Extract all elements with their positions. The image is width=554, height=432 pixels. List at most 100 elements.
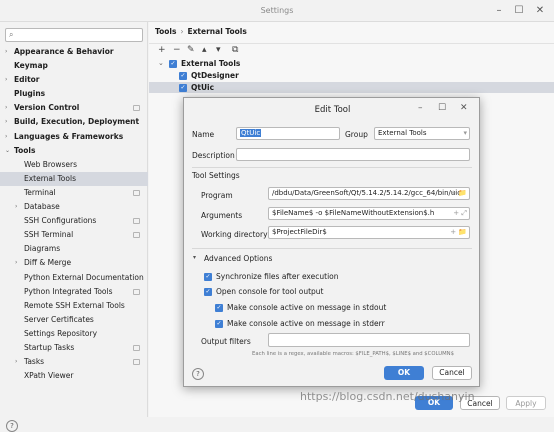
sidebar-item-label: Database [24, 202, 60, 212]
project-icon [133, 359, 140, 366]
sidebar-item-plugins[interactable]: Plugins [0, 87, 148, 101]
chevron-right-icon[interactable]: › [5, 115, 7, 129]
expand-icon[interactable]: ⌄ [158, 58, 164, 70]
chevron-right-icon[interactable]: › [15, 200, 17, 214]
sidebar-item-label: Python Integrated Tools [24, 286, 113, 296]
dialog-help-icon[interactable]: ? [192, 368, 204, 380]
browse-folder-icon[interactable]: + 📁 [450, 227, 467, 238]
sidebar-item-remote-ssh-external-tools[interactable]: Remote SSH External Tools [0, 299, 148, 313]
search-input[interactable]: ⌕ [5, 28, 143, 42]
sidebar-item-version-control[interactable]: › Version Control [0, 101, 148, 115]
tree-row-qtuic[interactable]: ✓ QtUic [149, 81, 554, 94]
sidebar-item-python-external-documentation[interactable]: Python External Documentation [0, 271, 148, 285]
name-value: QtUic [240, 129, 262, 137]
dialog-close-icon[interactable]: ✕ [460, 103, 468, 113]
sidebar-item-editor[interactable]: › Editor [0, 73, 148, 87]
breadcrumb-tools[interactable]: Tools [155, 27, 176, 36]
breadcrumb: Tools › External Tools [155, 27, 247, 36]
checkbox-icon[interactable]: ✓ [169, 60, 177, 68]
settings-apply-button[interactable]: Apply [506, 396, 546, 410]
expand-field-icon[interactable]: + ⤢ [453, 208, 467, 219]
sidebar-item-external-tools[interactable]: External Tools [0, 171, 148, 186]
watermark: https://blog.csdn.net/dushanyin [300, 390, 475, 403]
sidebar-item-label: SSH Terminal [24, 230, 74, 240]
copy-icon[interactable]: ⧉ [232, 45, 238, 55]
sidebar-item-label: Python External Documentation [24, 272, 144, 282]
sync-files-label[interactable]: Synchronize files after execution [216, 272, 339, 281]
program-label: Program [201, 191, 233, 200]
help-icon[interactable]: ? [6, 420, 18, 432]
sidebar-item-label: Diagrams [24, 244, 61, 254]
stderr-label[interactable]: Make console active on message in stderr [227, 319, 385, 328]
sidebar-item-ssh-terminal[interactable]: SSH Terminal [0, 228, 148, 242]
sidebar-item-appearance-behavior[interactable]: › Appearance & Behavior [0, 45, 148, 59]
settings-tree: › Appearance & Behavior Keymap › Editor Plugi… [0, 45, 148, 383]
sidebar-item-build-execution-deployment[interactable]: › Build, Execution, Deployment [0, 115, 148, 129]
sidebar-item-keymap[interactable]: Keymap [0, 59, 148, 73]
sidebar-item-startup-tasks[interactable]: Startup Tasks [0, 341, 148, 355]
program-field[interactable]: /dbdu/Data/GreenSoft/Qt/5.14.2/5.14.2/gc… [268, 187, 470, 200]
move-up-icon[interactable]: ▴ [202, 45, 207, 55]
working-directory-field[interactable]: $ProjectFileDir$ + 📁 [268, 226, 470, 239]
advanced-options-label[interactable]: Advanced Options [204, 254, 272, 263]
sidebar-item-web-browsers[interactable]: Web Browsers [0, 158, 148, 172]
insert-macro-icon[interactable]: + 📁 [450, 188, 467, 199]
group-select[interactable]: External Tools ▾ [374, 127, 470, 140]
checkbox-icon[interactable]: ✓ [204, 273, 212, 281]
sidebar-item-settings-repository[interactable]: Settings Repository [0, 327, 148, 341]
remove-icon[interactable]: − [173, 45, 181, 55]
settings-sidebar: ⌕ › Appearance & Behavior Keymap › Editor Plu… [0, 22, 148, 432]
checkbox-icon[interactable]: ✓ [215, 320, 223, 328]
edit-icon[interactable]: ✎ [187, 45, 195, 55]
tree-row-qtdesigner[interactable]: ✓ QtDesigner [149, 70, 554, 82]
sidebar-item-tools[interactable]: ⌄ Tools [0, 144, 148, 158]
project-icon [133, 288, 140, 295]
open-console-label[interactable]: Open console for tool output [216, 287, 323, 296]
checkbox-icon[interactable]: ✓ [179, 71, 187, 80]
sidebar-item-terminal[interactable]: Terminal [0, 186, 148, 200]
close-icon[interactable]: ✕ [533, 4, 547, 18]
sidebar-item-server-certificates[interactable]: Server Certificates [0, 313, 148, 327]
maximize-icon[interactable]: ☐ [512, 4, 526, 18]
sidebar-item-diagrams[interactable]: Diagrams [0, 242, 148, 256]
sidebar-item-diff-merge[interactable]: › Diff & Merge [0, 256, 148, 270]
arguments-label: Arguments [201, 211, 243, 220]
dialog-maximize-icon[interactable]: ☐ [438, 103, 446, 113]
sidebar-item-label: Remote SSH External Tools [24, 300, 125, 310]
checkbox-icon[interactable]: ✓ [215, 304, 223, 312]
chevron-right-icon[interactable]: › [5, 45, 7, 59]
output-filters-field[interactable] [268, 333, 470, 347]
sidebar-item-database[interactable]: › Database [0, 200, 148, 214]
chevron-right-icon[interactable]: › [5, 130, 7, 144]
chevron-down-icon[interactable]: ⌄ [5, 144, 10, 158]
output-filters-label: Output filters [201, 337, 251, 346]
arguments-field[interactable]: $FileName$ -o $FileNameWithoutExtension$… [268, 207, 470, 220]
sidebar-item-label: SSH Configurations [24, 216, 97, 226]
chevron-right-icon[interactable]: › [15, 355, 17, 369]
stdout-label[interactable]: Make console active on message in stdout [227, 303, 386, 312]
sidebar-item-label: Web Browsers [24, 159, 78, 169]
add-icon[interactable]: + [158, 45, 166, 55]
sidebar-item-ssh-configurations[interactable]: SSH Configurations [0, 214, 148, 228]
collapse-icon[interactable]: ▾ [193, 254, 196, 261]
move-down-icon[interactable]: ▾ [216, 45, 221, 55]
chevron-right-icon[interactable]: › [15, 256, 17, 270]
cancel-button[interactable]: Cancel [432, 366, 472, 380]
checkbox-icon[interactable]: ✓ [179, 83, 187, 92]
dialog-minimize-icon[interactable]: – [418, 103, 423, 113]
sidebar-item-xpath-viewer[interactable]: XPath Viewer [0, 369, 148, 383]
ok-button[interactable]: OK [384, 366, 424, 380]
group-label: Group [345, 130, 368, 139]
description-field[interactable] [236, 148, 470, 161]
chevron-right-icon[interactable]: › [5, 101, 7, 115]
sidebar-item-python-integrated-tools[interactable]: Python Integrated Tools [0, 285, 148, 299]
sidebar-item-tasks[interactable]: › Tasks [0, 355, 148, 369]
minimize-icon[interactable]: – [492, 4, 506, 18]
sidebar-item-label: XPath Viewer [24, 371, 74, 381]
checkbox-icon[interactable]: ✓ [204, 288, 212, 296]
arguments-value: $FileName$ -o $FileNameWithoutExtension$… [272, 209, 435, 217]
chevron-right-icon[interactable]: › [5, 73, 7, 87]
tree-row-external-tools[interactable]: ⌄ ✓ External Tools [149, 58, 554, 70]
name-field[interactable]: QtUic [236, 127, 340, 140]
sidebar-item-languages-frameworks[interactable]: › Languages & Frameworks [0, 130, 148, 144]
